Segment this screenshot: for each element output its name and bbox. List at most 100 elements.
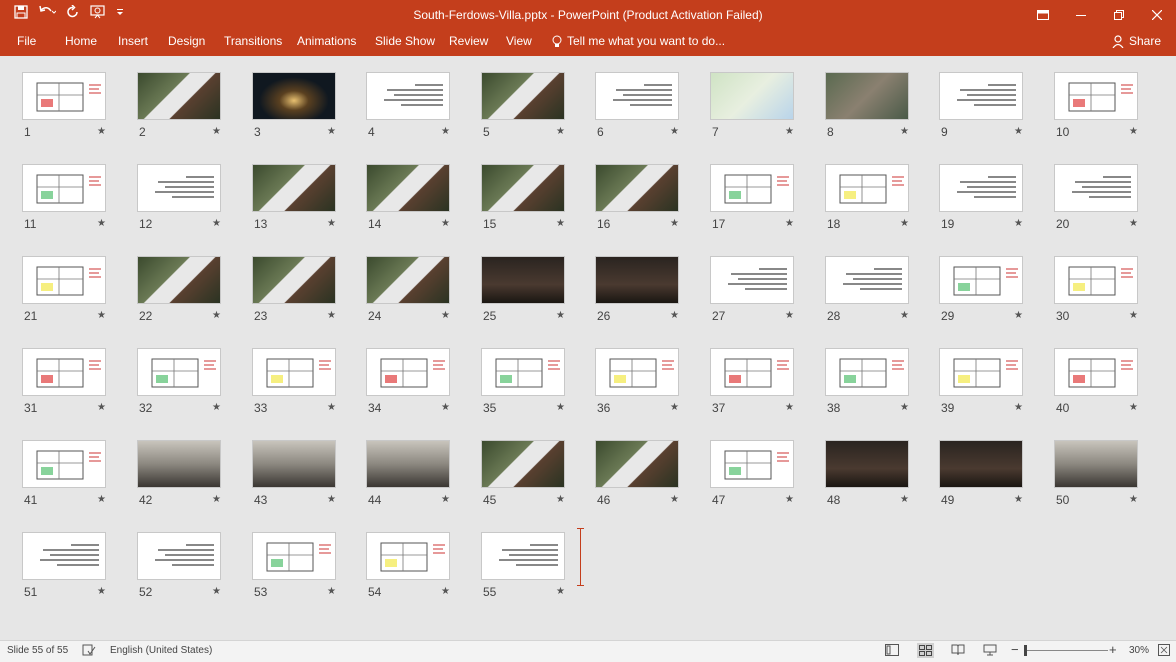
slide-thumbnail[interactable] xyxy=(252,72,336,120)
zoom-slider-track[interactable] xyxy=(1024,650,1108,651)
minimize-icon[interactable] xyxy=(1062,0,1100,30)
zoom-slider-thumb[interactable] xyxy=(1024,645,1027,656)
slide-thumbnail[interactable] xyxy=(481,348,565,396)
slide-thumbnail[interactable] xyxy=(939,72,1023,120)
slide-thumbnail[interactable] xyxy=(939,440,1023,488)
slide-thumbnail[interactable] xyxy=(366,164,450,212)
slide-thumbnail[interactable] xyxy=(137,72,221,120)
slide-number: 2 xyxy=(139,125,146,139)
fit-to-window-icon[interactable] xyxy=(1158,644,1170,659)
slide-thumbnail[interactable] xyxy=(825,164,909,212)
zoom-in-button[interactable]: + xyxy=(1109,642,1117,657)
tab-animations[interactable]: Animations xyxy=(297,34,356,48)
slide-thumbnail[interactable] xyxy=(366,348,450,396)
tab-design[interactable]: Design xyxy=(168,34,205,48)
slide-thumbnail[interactable] xyxy=(22,440,106,488)
slide-thumbnail[interactable] xyxy=(22,532,106,580)
slide-thumbnail[interactable] xyxy=(22,72,106,120)
slide-thumbnail[interactable] xyxy=(595,72,679,120)
language-indicator[interactable]: English (United States) xyxy=(110,645,212,656)
tab-insert[interactable]: Insert xyxy=(118,34,148,48)
slide-thumbnail[interactable] xyxy=(1054,348,1138,396)
share-button[interactable]: Share xyxy=(1112,34,1161,48)
slide-thumbnail[interactable] xyxy=(481,440,565,488)
slide-thumbnail[interactable] xyxy=(137,256,221,304)
tab-file[interactable]: File xyxy=(17,34,36,48)
slide-thumbnail[interactable] xyxy=(252,532,336,580)
slide-thumbnail[interactable] xyxy=(710,348,794,396)
slide-thumbnail[interactable] xyxy=(481,532,565,580)
slide-thumbnail[interactable] xyxy=(366,532,450,580)
slide-thumbnail[interactable] xyxy=(1054,164,1138,212)
slide-number: 30 xyxy=(1056,309,1070,323)
slide-number: 28 xyxy=(827,309,841,323)
slide-thumbnail[interactable] xyxy=(710,164,794,212)
slide-thumbnail[interactable] xyxy=(366,440,450,488)
slide-thumbnail[interactable] xyxy=(481,72,565,120)
slide-number: 49 xyxy=(941,493,955,507)
slide-thumbnail[interactable] xyxy=(939,348,1023,396)
slide-thumbnail[interactable] xyxy=(22,256,106,304)
slide-thumbnail[interactable] xyxy=(366,72,450,120)
tab-review[interactable]: Review xyxy=(449,34,488,48)
slide-thumbnail[interactable] xyxy=(825,72,909,120)
slide-thumbnail[interactable] xyxy=(1054,440,1138,488)
share-label: Share xyxy=(1129,34,1162,48)
tab-transitions[interactable]: Transitions xyxy=(224,34,282,48)
slide-thumbnail[interactable] xyxy=(252,256,336,304)
slide-thumbnail[interactable] xyxy=(22,348,106,396)
slide-number: 39 xyxy=(941,401,955,415)
slide-counter[interactable]: Slide 55 of 55 xyxy=(7,645,68,656)
zoom-out-button[interactable]: − xyxy=(1011,642,1019,657)
spell-check-icon[interactable] xyxy=(82,644,96,659)
slide-thumbnail[interactable] xyxy=(252,348,336,396)
slide-number: 52 xyxy=(139,585,153,599)
slide-number: 24 xyxy=(368,309,382,323)
slide-thumbnail[interactable] xyxy=(252,164,336,212)
slide-show-view-icon[interactable] xyxy=(983,644,997,659)
close-icon[interactable] xyxy=(1138,0,1176,30)
slide-thumbnail[interactable] xyxy=(137,348,221,396)
reading-view-icon[interactable] xyxy=(951,644,965,659)
animation-star-icon: ★ xyxy=(212,586,221,597)
animation-star-icon: ★ xyxy=(327,218,336,229)
slide-thumbnail[interactable] xyxy=(481,164,565,212)
slide-thumbnail[interactable] xyxy=(481,256,565,304)
slide-thumbnail[interactable] xyxy=(595,440,679,488)
animation-star-icon: ★ xyxy=(97,218,106,229)
slide-thumbnail[interactable] xyxy=(710,256,794,304)
slide-thumbnail[interactable] xyxy=(366,256,450,304)
slide-thumbnail[interactable] xyxy=(710,440,794,488)
slide-thumbnail[interactable] xyxy=(137,440,221,488)
slide-thumbnail[interactable] xyxy=(825,256,909,304)
slide-thumbnail[interactable] xyxy=(1054,72,1138,120)
slide-thumbnail[interactable] xyxy=(595,164,679,212)
slide-thumbnail[interactable] xyxy=(595,256,679,304)
tab-view[interactable]: View xyxy=(506,34,532,48)
animation-star-icon: ★ xyxy=(327,126,336,137)
slide-thumbnail[interactable] xyxy=(710,72,794,120)
slide-thumbnail[interactable] xyxy=(595,348,679,396)
tab-home[interactable]: Home xyxy=(65,34,97,48)
normal-view-icon[interactable] xyxy=(885,644,899,659)
slide-thumbnail[interactable] xyxy=(825,348,909,396)
animation-star-icon: ★ xyxy=(670,218,679,229)
tell-me-box[interactable]: Tell me what you want to do... xyxy=(552,34,725,48)
slide-sorter-view-icon[interactable] xyxy=(917,643,934,658)
slide-thumbnail[interactable] xyxy=(939,164,1023,212)
slide-thumbnail[interactable] xyxy=(252,440,336,488)
ribbon-tabs: File Home Insert Design Transitions Anim… xyxy=(0,30,1176,56)
slide-thumbnail[interactable] xyxy=(22,164,106,212)
slide-thumbnail[interactable] xyxy=(1054,256,1138,304)
slide-number: 29 xyxy=(941,309,955,323)
slide-thumbnail[interactable] xyxy=(939,256,1023,304)
ribbon-display-icon[interactable] xyxy=(1024,0,1062,30)
zoom-level[interactable]: 30% xyxy=(1129,645,1149,656)
slide-thumbnail[interactable] xyxy=(825,440,909,488)
animation-star-icon: ★ xyxy=(327,586,336,597)
animation-star-icon: ★ xyxy=(441,586,450,597)
tab-slide-show[interactable]: Slide Show xyxy=(375,34,435,48)
slide-thumbnail[interactable] xyxy=(137,164,221,212)
restore-icon[interactable] xyxy=(1100,0,1138,30)
slide-thumbnail[interactable] xyxy=(137,532,221,580)
